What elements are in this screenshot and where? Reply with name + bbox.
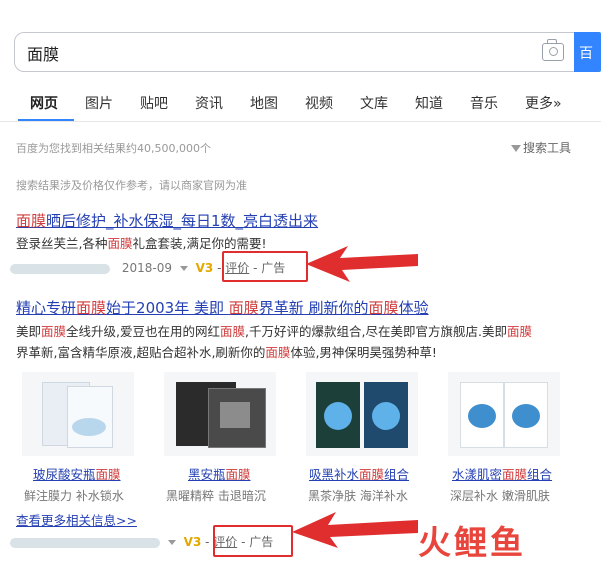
price-notice: 搜索结果涉及价格仅作参考，请以商家官网为准 xyxy=(16,179,247,192)
product-sub-2: 黑曜精粹 击退暗沉 xyxy=(166,489,266,503)
watermark-logo: 火鲤鱼 xyxy=(418,523,526,562)
tab-images[interactable]: 图片 xyxy=(85,93,113,113)
tab-wenku[interactable]: 文库 xyxy=(360,93,388,113)
red-arrow-icon xyxy=(292,512,418,548)
result2-description-line2: 界革新,富含精华原液,超贴合超补水,刷新你的面膜体验,男神保明昊强势种草! xyxy=(16,345,437,360)
result2-title-link[interactable]: 精心专研面膜始于2003年 美即 面膜界革新 刷新你的面膜体验 xyxy=(16,297,429,318)
highlight-box-1 xyxy=(222,251,308,282)
dropdown-caret-icon[interactable] xyxy=(167,540,176,545)
tab-music[interactable]: 音乐 xyxy=(470,93,498,113)
product-link-2[interactable]: 黑安瓶面膜 xyxy=(188,464,251,483)
search-tabs: 网页 图片 贴吧 资讯 地图 视频 文库 知道 音乐 更多» xyxy=(30,93,589,113)
tab-zhidao[interactable]: 知道 xyxy=(415,93,443,113)
search-tools-button[interactable]: 搜索工具 xyxy=(510,139,571,156)
product-image-4[interactable] xyxy=(448,372,560,456)
product-sub-1: 鲜注膜力 补水锁水 xyxy=(24,489,124,503)
product-image-3[interactable] xyxy=(306,372,418,456)
tab-video[interactable]: 视频 xyxy=(305,93,333,113)
product-image-1[interactable] xyxy=(22,372,134,456)
search-button[interactable]: 百 xyxy=(574,32,601,72)
product-link-3[interactable]: 吸黑补水面膜组合 xyxy=(309,464,409,483)
product-sub-4: 深层补水 嫩滑肌肤 xyxy=(450,489,550,503)
product-sub-3: 黑茶净肤 海洋补水 xyxy=(308,489,408,503)
search-input[interactable]: 面膜 xyxy=(27,41,59,65)
tab-news[interactable]: 资讯 xyxy=(195,93,223,113)
tab-map[interactable]: 地图 xyxy=(250,93,278,113)
result1-title-link[interactable]: 面膜晒后修护_补水保湿_每日1数_亮白透出来 xyxy=(16,210,318,231)
result1-date: 2018-09 xyxy=(121,261,172,275)
result-count: 百度为您找到相关结果约40,500,000个 xyxy=(16,142,211,155)
red-arrow-icon xyxy=(306,246,418,282)
more-info-link[interactable]: 查看更多相关信息>> xyxy=(16,510,137,529)
filter-icon xyxy=(510,145,521,152)
search-tools-label: 搜索工具 xyxy=(522,141,571,155)
camera-icon[interactable] xyxy=(542,39,564,61)
tab-tieba[interactable]: 贴吧 xyxy=(140,93,168,113)
dropdown-caret-icon[interactable] xyxy=(179,266,188,271)
blurred-url xyxy=(10,537,160,548)
highlight-box-2 xyxy=(213,525,293,557)
search-box[interactable]: 面膜 xyxy=(14,32,574,72)
tab-more[interactable]: 更多» xyxy=(525,93,562,113)
product-link-4[interactable]: 水漾肌密面膜组合 xyxy=(452,464,552,483)
product-image-2[interactable] xyxy=(164,372,276,456)
tab-divider xyxy=(0,121,601,122)
v3-badge[interactable]: V3 xyxy=(196,261,214,275)
product-link-1[interactable]: 玻尿酸安瓶面膜 xyxy=(33,464,121,483)
v3-badge[interactable]: V3 xyxy=(184,535,202,549)
tab-web[interactable]: 网页 xyxy=(30,93,58,113)
blurred-url xyxy=(10,263,110,274)
result2-description-line1: 美即面膜全线升级,爱豆也在用的网红面膜,千万好评的爆款组合,尽在美即官方旗舰店.… xyxy=(16,324,532,339)
